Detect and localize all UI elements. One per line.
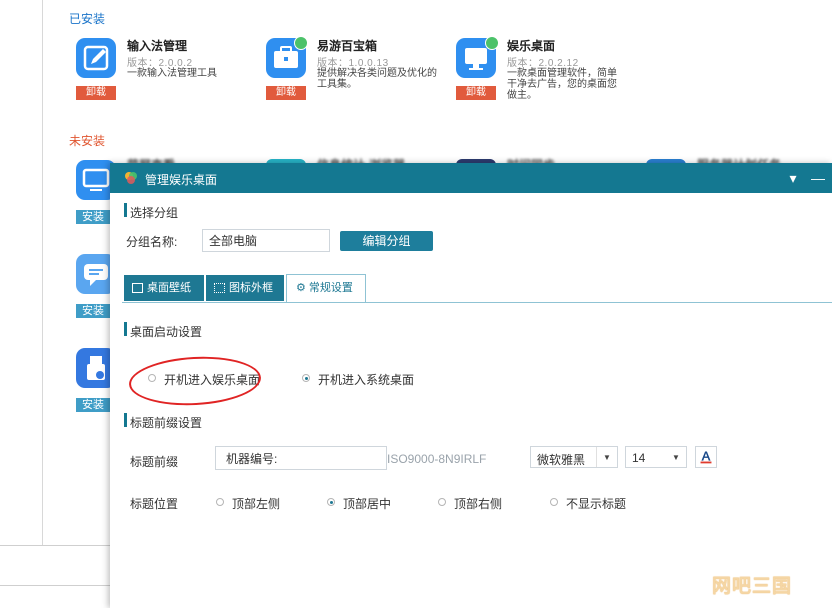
chevron-down-icon: ▼ [672, 453, 680, 462]
tab-label: 图标外框 [229, 282, 273, 294]
startup-option-system-label[interactable]: 开机进入系统桌面 [318, 371, 414, 388]
position-left-radio[interactable] [216, 498, 224, 506]
title-prefix-label: 标题前缀 [130, 455, 179, 469]
app-description: 提供解决各类问题及优化的工具集。 [317, 68, 437, 90]
divider [0, 545, 110, 546]
tab-divider [122, 302, 832, 303]
not-installed-section-title: 未安装 [69, 134, 106, 148]
section-marker [124, 413, 127, 427]
installed-section-title: 已安装 [69, 12, 106, 26]
startup-option-system-radio[interactable] [302, 374, 310, 382]
app-version: 版本：1.0.0.13 [317, 58, 389, 69]
font-color-icon [700, 451, 712, 464]
grid-icon [214, 283, 225, 294]
menu-dropdown-icon[interactable]: ▾ [785, 170, 801, 187]
uninstall-button[interactable]: 卸载 [456, 86, 496, 100]
app-version: 版本：2.0.0.2 [127, 58, 193, 69]
tab-label: 桌面壁纸 [147, 282, 191, 294]
uninstall-button[interactable]: 卸载 [76, 86, 116, 100]
position-right-label[interactable]: 顶部右侧 [454, 495, 502, 512]
title-prefix-field[interactable]: 机器编号: [215, 446, 387, 470]
title-prefix-preview: ISO9000-8N9IRLF [387, 452, 487, 466]
section-marker [124, 203, 127, 217]
gear-icon: ⚙ [296, 282, 306, 294]
minimize-icon[interactable]: — [810, 170, 826, 186]
install-button[interactable]: 安装 [76, 304, 110, 318]
app-name: 易游百宝箱 [317, 39, 378, 53]
gear-badge-icon [485, 36, 499, 50]
title-prefix-header: 标题前缀设置 [130, 416, 203, 430]
app-name: 娱乐桌面 [507, 39, 556, 53]
chevron-down-icon: ▼ [596, 447, 617, 467]
position-none-label[interactable]: 不显示标题 [566, 495, 626, 512]
dialog-titlebar[interactable]: 管理娱乐桌面 ▾ — [110, 163, 832, 193]
input-method-app-icon[interactable] [76, 38, 116, 78]
install-button[interactable]: 安装 [76, 398, 110, 412]
group-name-field[interactable]: 全部电脑 [202, 229, 330, 252]
app-description: 一款输入法管理工具 [127, 68, 217, 79]
tab-desktop-wallpaper[interactable]: 桌面壁纸 [124, 275, 204, 301]
font-size-value: 14 [632, 451, 646, 465]
group-name-label: 分组名称: [126, 235, 178, 249]
font-select[interactable]: 微软雅黑 ▼ [530, 446, 618, 468]
select-group-header: 选择分组 [130, 206, 179, 220]
divider [0, 585, 110, 586]
section-marker [124, 322, 127, 336]
position-right-radio[interactable] [438, 498, 446, 506]
tab-icon-frame[interactable]: 图标外框 [206, 275, 284, 301]
site-watermark: 网吧三国 [712, 576, 793, 597]
font-size-select[interactable]: 14 ▼ [625, 446, 687, 468]
startup-settings-header: 桌面启动设置 [130, 325, 203, 339]
gear-badge-icon [294, 36, 308, 50]
position-left-label[interactable]: 顶部左侧 [232, 495, 280, 512]
left-divider [42, 0, 43, 545]
uninstall-button[interactable]: 卸载 [266, 86, 306, 100]
tab-general-settings[interactable]: ⚙ 常规设置 [286, 274, 366, 302]
tab-label: 常规设置 [308, 282, 353, 294]
app-description: 一款桌面管理软件，简单干净去广告，您的桌面您做主。 [507, 68, 617, 101]
app-version: 版本：2.0.2.12 [507, 58, 579, 69]
position-none-radio[interactable] [550, 498, 558, 506]
position-center-radio[interactable] [327, 498, 335, 506]
edit-group-button[interactable]: 编辑分组 [340, 231, 433, 251]
title-position-label: 标题位置 [130, 497, 179, 511]
dialog-title: 管理娱乐桌面 [145, 173, 218, 187]
app-name: 输入法管理 [127, 39, 188, 53]
install-button[interactable]: 安装 [76, 210, 110, 224]
image-icon [132, 283, 143, 294]
position-center-label[interactable]: 顶部居中 [343, 495, 391, 512]
font-color-button[interactable] [695, 446, 717, 468]
font-select-value: 微软雅黑 [537, 453, 586, 467]
app-logo-icon [125, 172, 137, 184]
